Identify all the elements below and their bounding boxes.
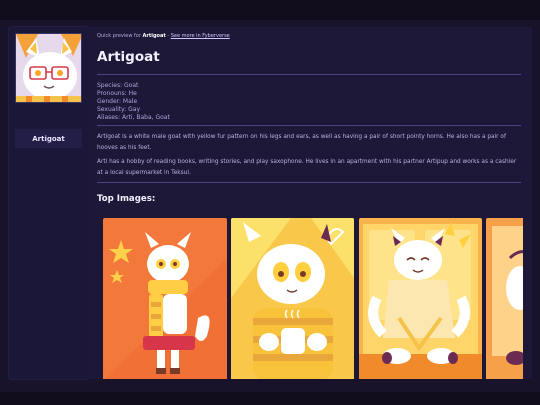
description-paragraph: Artigoat is a white male goat with yello… bbox=[97, 134, 506, 151]
fact-aliases: Aliases: Arti, Baba, Goat bbox=[97, 113, 170, 121]
fact-sexuality: Sexuality: Gay bbox=[97, 105, 141, 113]
description-paragraph: Arti has a hobby of reading books, writi… bbox=[97, 159, 517, 176]
gallery-image[interactable] bbox=[486, 218, 523, 379]
gallery-image[interactable] bbox=[359, 218, 482, 379]
character-preview: Quick preview for Artigoat - See more in… bbox=[88, 27, 532, 379]
divider bbox=[97, 125, 521, 126]
character-facts: Species: Goat Pronouns: He Gender: Male … bbox=[97, 82, 170, 122]
fact-gender: Gender: Male bbox=[97, 97, 138, 105]
divider bbox=[97, 182, 521, 183]
fact-species: Species: Goat bbox=[97, 82, 139, 89]
breadcrumb-prefix: Quick preview for bbox=[97, 33, 141, 39]
gallery-image[interactable] bbox=[103, 218, 227, 379]
fact-pronouns: Pronouns: He bbox=[97, 89, 137, 97]
sidebar-character-name: Artigoat bbox=[15, 129, 82, 148]
character-avatar[interactable] bbox=[15, 33, 82, 103]
top-images-heading: Top Images: bbox=[97, 194, 156, 204]
character-sidebar: Artigoat bbox=[9, 27, 88, 379]
divider bbox=[97, 74, 521, 75]
image-gallery bbox=[103, 218, 523, 379]
breadcrumb: Quick preview for Artigoat - See more in… bbox=[97, 33, 230, 39]
breadcrumb-character: Artigoat bbox=[142, 33, 166, 39]
see-more-link[interactable]: See more in Fyberverse bbox=[171, 33, 230, 39]
gallery-image[interactable] bbox=[231, 218, 354, 379]
page-title: Artigoat bbox=[97, 49, 160, 65]
